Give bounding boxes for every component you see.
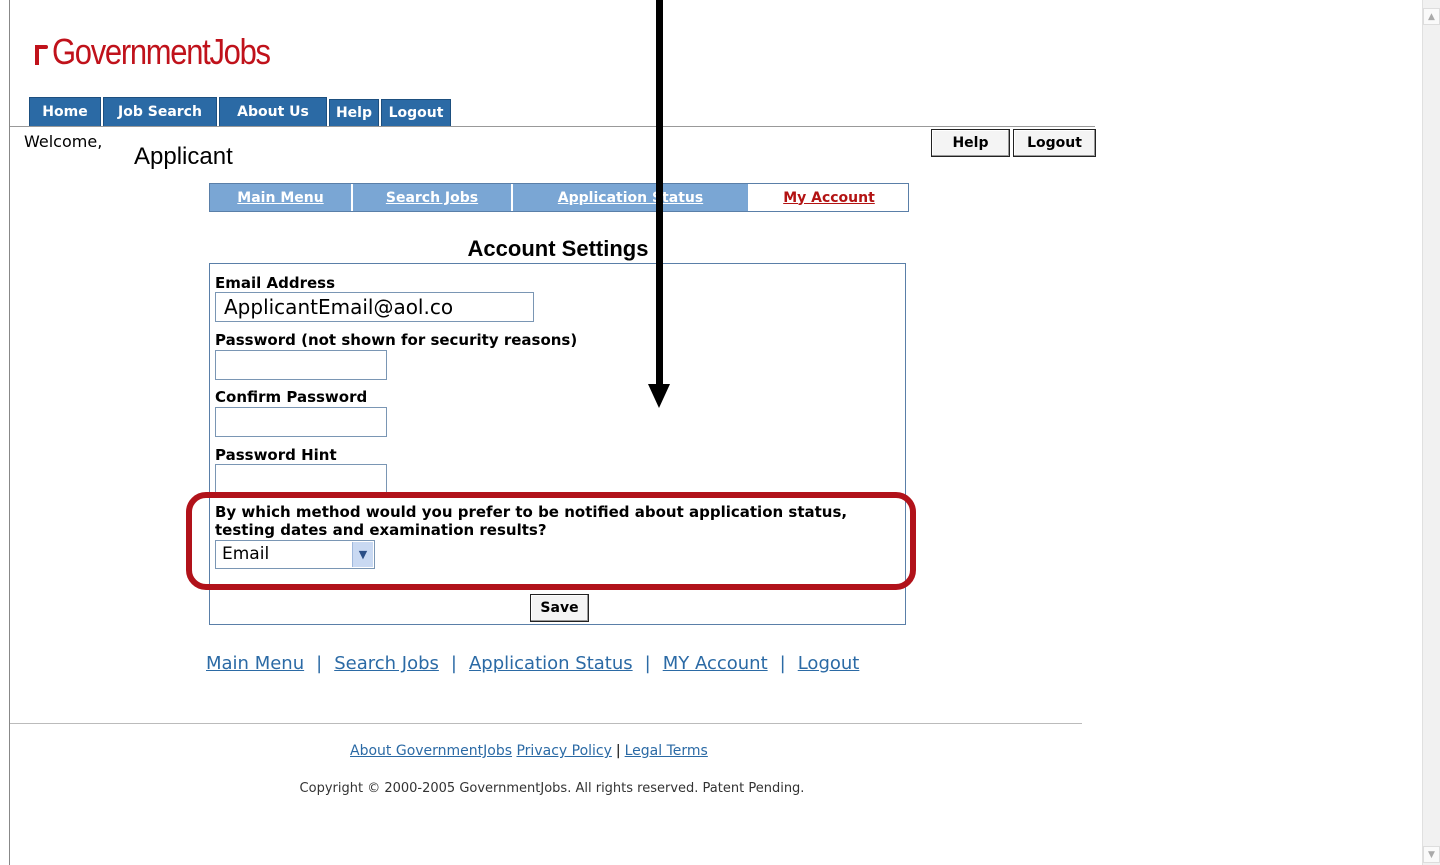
link-separator: | bbox=[615, 743, 621, 759]
footer-divider bbox=[10, 723, 1082, 724]
top-nav-tabs: Home Job Search About Us Help Logout bbox=[29, 97, 453, 126]
vertical-scrollbar[interactable]: ▲ ▼ bbox=[1422, 0, 1440, 865]
logout-button[interactable]: Logout bbox=[1013, 129, 1096, 157]
tab-home[interactable]: Home bbox=[29, 97, 101, 126]
bottom-nav-links: Main Menu | Search Jobs | Application Status… bbox=[206, 653, 859, 674]
subtab-application-status[interactable]: Application Status bbox=[513, 184, 750, 211]
logo-mark-icon bbox=[32, 39, 50, 65]
bottom-link-logout[interactable]: Logout bbox=[798, 653, 860, 674]
account-nav-tabs: Main Menu Search Jobs Application Status… bbox=[209, 183, 909, 212]
tab-about-us[interactable]: About Us bbox=[219, 97, 327, 126]
notification-method-value: Email bbox=[222, 544, 270, 564]
footer-link-legal[interactable]: Legal Terms bbox=[625, 743, 708, 759]
copyright-text: Copyright © 2000-2005 GovernmentJobs. Al… bbox=[299, 781, 805, 796]
scroll-down-icon[interactable]: ▼ bbox=[1423, 846, 1440, 863]
password-label: Password (not shown for security reasons… bbox=[215, 331, 578, 349]
bottom-link-main-menu[interactable]: Main Menu bbox=[206, 653, 304, 674]
link-separator: | bbox=[450, 653, 457, 674]
link-separator: | bbox=[316, 653, 323, 674]
page-title: Account Settings bbox=[467, 236, 649, 261]
subtab-my-account[interactable]: My Account bbox=[750, 184, 908, 211]
password-hint-label: Password Hint bbox=[215, 446, 337, 464]
bottom-link-application-status[interactable]: Application Status bbox=[469, 653, 633, 674]
help-button[interactable]: Help bbox=[931, 129, 1010, 157]
bottom-link-search-jobs[interactable]: Search Jobs bbox=[334, 653, 439, 674]
tab-help[interactable]: Help bbox=[329, 99, 379, 126]
notification-method-label: By which method would you prefer to be n… bbox=[215, 503, 848, 539]
governmentjobs-logo[interactable]: GovernmentJobs bbox=[32, 30, 305, 74]
annotation-arrow-shaft bbox=[656, 0, 663, 388]
scroll-up-icon[interactable]: ▲ bbox=[1423, 8, 1440, 25]
password-field[interactable] bbox=[215, 350, 387, 380]
logo-text: GovernmentJobs bbox=[52, 31, 271, 72]
tab-job-search[interactable]: Job Search bbox=[103, 97, 217, 126]
link-separator: | bbox=[644, 653, 651, 674]
welcome-user-name: Applicant bbox=[134, 143, 233, 170]
save-button[interactable]: Save bbox=[530, 594, 589, 622]
header-divider bbox=[10, 126, 1095, 127]
link-separator: | bbox=[779, 653, 786, 674]
subtab-main-menu[interactable]: Main Menu bbox=[210, 184, 353, 211]
email-label: Email Address bbox=[215, 274, 336, 292]
footer-links: About GovernmentJobs Privacy Policy | Lega… bbox=[350, 743, 708, 759]
page-left-border bbox=[9, 0, 10, 865]
annotation-arrow-head-icon bbox=[648, 384, 670, 408]
bottom-link-my-account[interactable]: MY Account bbox=[663, 653, 768, 674]
confirm-password-label: Confirm Password bbox=[215, 388, 368, 406]
password-hint-field[interactable] bbox=[215, 464, 387, 494]
tab-logout[interactable]: Logout bbox=[381, 99, 451, 126]
footer-link-about[interactable]: About GovernmentJobs bbox=[350, 743, 512, 759]
email-field[interactable]: ApplicantEmail@aol.co bbox=[215, 292, 534, 322]
chevron-down-icon[interactable]: ▼ bbox=[352, 542, 373, 567]
confirm-password-field[interactable] bbox=[215, 407, 387, 437]
subtab-search-jobs[interactable]: Search Jobs bbox=[353, 184, 513, 211]
footer-link-privacy[interactable]: Privacy Policy bbox=[516, 743, 611, 759]
notification-method-select[interactable]: Email ▼ bbox=[215, 540, 375, 569]
welcome-label: Welcome, bbox=[24, 132, 103, 151]
